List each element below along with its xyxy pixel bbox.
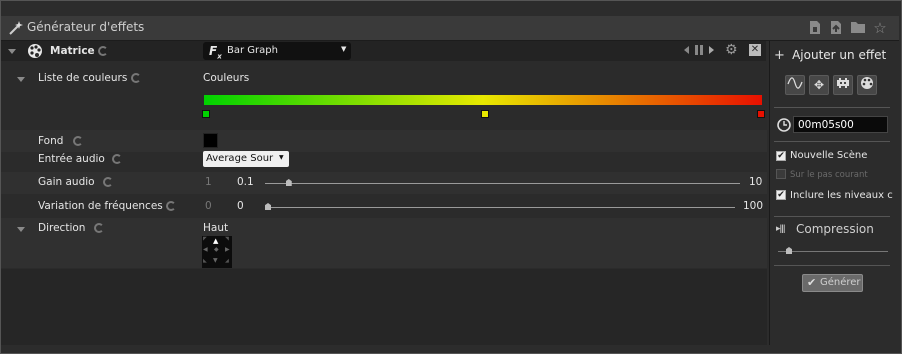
collapse-colors-arrow-icon[interactable] bbox=[17, 77, 25, 82]
direction-label: Direction bbox=[38, 222, 86, 234]
frequency-reset-icon[interactable] bbox=[166, 201, 176, 211]
effect-name: Matrice bbox=[50, 45, 95, 57]
move-icon[interactable]: ✥ bbox=[809, 75, 829, 95]
collapse-arrow-icon[interactable] bbox=[8, 49, 16, 54]
invader-icon[interactable] bbox=[833, 75, 853, 95]
gain-slider[interactable] bbox=[265, 183, 740, 184]
colors-value: Couleurs bbox=[203, 72, 250, 84]
include-levels-label: Inclure les niveaux c bbox=[790, 190, 893, 201]
compression-label: Compression bbox=[796, 222, 874, 236]
frequency-variation-label: Variation de fréquences bbox=[38, 200, 163, 212]
add-effect-label: Ajouter un effet bbox=[792, 48, 887, 62]
direction-pad[interactable]: ▲ ◀ ◆ ▶ ▼ ◤ ◥ ◣ ◢ bbox=[202, 236, 232, 268]
save-icon[interactable] bbox=[807, 20, 823, 36]
duration-value: 00m05s00 bbox=[798, 119, 854, 131]
compression-icon: ▸ǀǀǀ bbox=[776, 224, 786, 234]
window-title: Générateur d'effets bbox=[27, 20, 145, 34]
gain-label: Gain audio bbox=[38, 176, 95, 188]
export-icon[interactable] bbox=[828, 20, 844, 36]
color-gradient-bar[interactable] bbox=[204, 95, 762, 105]
background-label: Fond bbox=[38, 135, 64, 147]
divider bbox=[774, 265, 890, 266]
divider bbox=[774, 107, 890, 108]
effect-header-row bbox=[1, 41, 766, 61]
checkmark-icon: ✔ bbox=[807, 276, 817, 289]
colors-label: Liste de couleurs bbox=[38, 72, 128, 84]
gradient-stop-handle[interactable] bbox=[202, 110, 210, 118]
new-scene-label: Nouvelle Scène bbox=[790, 150, 868, 161]
effect-fx-icon: Fx bbox=[209, 44, 222, 61]
gradient-stop-handle[interactable] bbox=[757, 110, 765, 118]
close-icon[interactable]: ✕ bbox=[749, 44, 761, 56]
frequency-min: 0 bbox=[205, 200, 212, 212]
side-panel: + Ajouter un effet ✥ 00m05s00 ✔ Nouvelle… bbox=[769, 41, 900, 345]
gear-icon[interactable]: ⚙ bbox=[725, 42, 738, 58]
current-step-checkbox[interactable] bbox=[776, 169, 786, 179]
frequency-max: 100 bbox=[743, 200, 764, 212]
arrow-left-icon[interactable]: ◀ bbox=[203, 246, 208, 253]
palette-icon bbox=[28, 44, 42, 58]
folder-icon[interactable] bbox=[850, 20, 866, 36]
play-icon[interactable] bbox=[709, 46, 714, 54]
clock-icon bbox=[777, 118, 791, 132]
gain-value: 0.1 bbox=[237, 176, 254, 188]
new-scene-checkbox[interactable]: ✔ bbox=[776, 151, 786, 161]
audio-input-select[interactable]: Average Sour ▼ bbox=[203, 151, 289, 167]
audio-reset-icon[interactable] bbox=[112, 154, 122, 164]
generate-label: Générer bbox=[820, 277, 861, 288]
frequency-value: 0 bbox=[237, 200, 244, 212]
gain-reset-icon[interactable] bbox=[103, 177, 113, 187]
effect-type-select[interactable]: Fx Bar Graph ▼ bbox=[203, 42, 351, 60]
param-row bbox=[1, 218, 767, 268]
wave-icon[interactable] bbox=[785, 75, 805, 95]
audio-input-value: Average Sour bbox=[206, 153, 274, 164]
center-dot-icon[interactable]: ◆ bbox=[214, 246, 219, 253]
include-levels-checkbox[interactable]: ✔ bbox=[776, 190, 786, 200]
plus-icon: + bbox=[774, 48, 785, 63]
previous-icon[interactable] bbox=[684, 46, 689, 54]
arrow-up-right-icon[interactable]: ◥ bbox=[225, 236, 229, 242]
compression-slider-thumb[interactable] bbox=[786, 247, 792, 254]
arrow-up-left-icon[interactable]: ◤ bbox=[203, 236, 207, 242]
effect-type-value: Bar Graph bbox=[227, 45, 278, 56]
direction-reset-icon[interactable] bbox=[94, 223, 104, 233]
generate-button[interactable]: ✔ Générer bbox=[802, 274, 863, 292]
magic-wand-icon bbox=[9, 21, 23, 35]
arrow-down-left-icon[interactable]: ◣ bbox=[203, 258, 207, 264]
palette-icon[interactable] bbox=[857, 75, 877, 95]
param-row bbox=[1, 130, 767, 152]
divider bbox=[774, 141, 890, 142]
background-color-swatch[interactable] bbox=[203, 133, 218, 148]
arrow-up-icon[interactable]: ▲ bbox=[213, 237, 218, 245]
duration-input[interactable]: 00m05s00 bbox=[793, 116, 888, 133]
frequency-slider[interactable] bbox=[265, 207, 735, 208]
collapse-direction-arrow-icon[interactable] bbox=[17, 227, 25, 232]
title-bar: Générateur d'effets ☆ bbox=[1, 16, 899, 41]
background-reset-icon[interactable] bbox=[73, 136, 83, 146]
add-effect-button[interactable]: + Ajouter un effet bbox=[774, 48, 900, 64]
reset-icon[interactable] bbox=[98, 46, 108, 56]
current-step-label: Sur le pas courant bbox=[790, 170, 868, 180]
favorite-star-icon[interactable]: ☆ bbox=[872, 20, 888, 36]
arrow-right-icon[interactable]: ▶ bbox=[225, 246, 230, 253]
parameters-empty-area bbox=[1, 269, 767, 345]
compression-slider[interactable] bbox=[778, 251, 888, 252]
gain-min: 1 bbox=[205, 176, 212, 188]
pause-icon[interactable] bbox=[695, 45, 703, 55]
divider bbox=[774, 216, 890, 217]
arrow-down-right-icon[interactable]: ◢ bbox=[225, 258, 229, 264]
gain-max: 10 bbox=[749, 176, 763, 188]
arrow-down-icon[interactable]: ▼ bbox=[213, 257, 218, 264]
gradient-stop-handle[interactable] bbox=[481, 110, 489, 118]
direction-value: Haut bbox=[203, 222, 229, 234]
dropdown-arrow-icon: ▼ bbox=[341, 45, 347, 53]
audio-input-label: Entrée audio bbox=[38, 153, 105, 165]
colors-reset-icon[interactable] bbox=[131, 73, 141, 83]
dropdown-arrow-icon: ▼ bbox=[279, 154, 284, 161]
